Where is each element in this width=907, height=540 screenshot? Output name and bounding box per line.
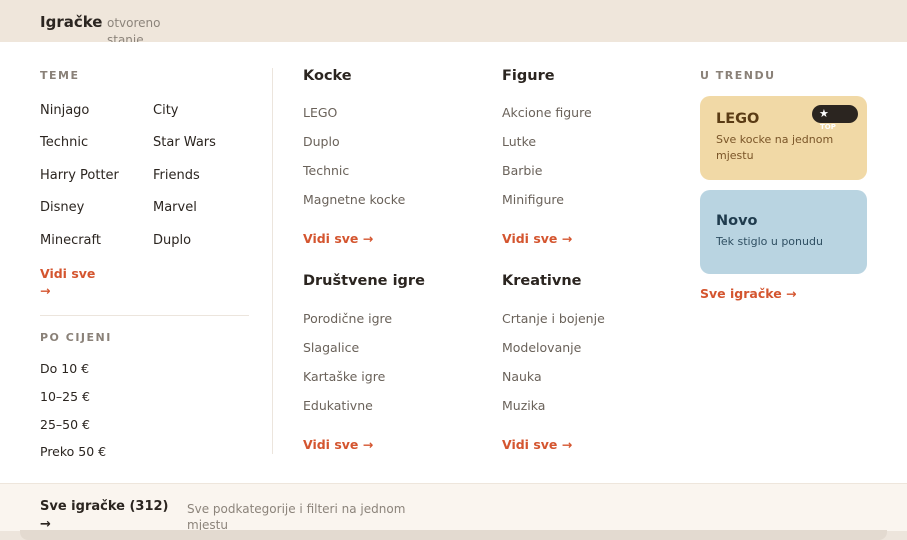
theme-link-harry-potter[interactable]: Harry Potter [40,168,119,183]
theme-link-disney[interactable]: Disney [40,200,84,215]
themes-see-all-label: Vidi sve [40,266,96,281]
trending-card-lego[interactable]: LEGO Sve kocke na jednom mjestu ★ TOP [700,96,867,180]
price-link-10-25[interactable]: 10–25 € [40,389,90,404]
footer-note: Sve podkategorije i filteri na jednom mj… [187,502,406,532]
category-link[interactable]: Muzika [502,398,545,413]
category-see-all-link[interactable]: Vidi sve → [502,437,572,452]
top-bar: Igračke otvoreno stanje [0,0,907,47]
category-title-kocke[interactable]: Kocke [303,68,352,84]
category-link[interactable]: Porodične igre [303,311,392,326]
theme-link-city[interactable]: City [153,103,178,118]
trending-title: U TRENDU [700,69,776,82]
footer-all-toys-link[interactable]: Sve igračke (312) → [40,498,170,534]
themes-see-all-link[interactable]: Vidi sve → [40,265,95,299]
top-badge: ★ TOP [812,105,858,131]
theme-link-duplo[interactable]: Duplo [153,233,191,248]
category-link[interactable]: Akcione figure [502,105,592,120]
theme-link-minecraft[interactable]: Minecraft [40,233,101,248]
menu-footer: Sve igračke (312) → Sve podkategorije i … [0,483,907,534]
star-icon: ★ [819,107,829,120]
page-edge [20,530,887,540]
card-title: LEGO [716,111,760,127]
card-subtitle: Sve kocke na jednom mjestu [716,133,834,162]
card-title: Novo [716,213,758,229]
category-link[interactable]: Technic [303,163,349,178]
price-link-under-10[interactable]: Do 10 € [40,361,89,376]
category-link[interactable]: Nauka [502,369,542,384]
category-see-all-link[interactable]: Vidi sve → [303,437,373,452]
category-link[interactable]: Kartaške igre [303,369,385,384]
mega-menu-panel: TEME Ninjago City Technic Star Wars Harr… [0,42,907,483]
theme-link-friends[interactable]: Friends [153,168,200,183]
category-title-figure[interactable]: Figure [502,68,555,84]
theme-link-marvel[interactable]: Marvel [153,200,197,215]
category-title-kreativne[interactable]: Kreativne [502,273,582,289]
category-title-drustvene-igre[interactable]: Društvene igre [303,273,425,289]
theme-link-ninjago[interactable]: Ninjago [40,103,89,118]
theme-link-star-wars[interactable]: Star Wars [153,135,216,150]
category-link[interactable]: Barbie [502,163,542,178]
category-link[interactable]: Minifigure [502,192,564,207]
price-link-over-50[interactable]: Preko 50 € [40,444,106,459]
category-link[interactable]: LEGO [303,105,337,120]
section-divider [40,315,249,316]
category-link[interactable]: Modelovanje [502,340,581,355]
category-link[interactable]: Lutke [502,134,536,149]
arrow-right-icon: → [40,283,51,298]
price-title: PO CIJENI [40,331,112,344]
category-link[interactable]: Slagalice [303,340,359,355]
theme-link-technic[interactable]: Technic [40,135,88,150]
category-link[interactable]: Duplo [303,134,340,149]
themes-title: TEME [40,69,80,82]
all-toys-link[interactable]: Sve igračke → [700,286,797,301]
category-link[interactable]: Magnetne kocke [303,192,405,207]
column-divider [272,68,273,454]
category-see-all-link[interactable]: Vidi sve → [502,231,572,246]
menu-title[interactable]: Igračke [40,13,102,31]
price-link-25-50[interactable]: 25–50 € [40,417,90,432]
footer-all-label: Sve igračke (312) [40,499,169,514]
category-link[interactable]: Crtanje i bojenje [502,311,605,326]
category-see-all-link[interactable]: Vidi sve → [303,231,373,246]
badge-label: TOP [820,123,836,131]
trending-card-novo[interactable]: Novo Tek stiglo u ponudu [700,190,867,274]
category-link[interactable]: Edukativne [303,398,373,413]
card-subtitle: Tek stiglo u ponudu [716,235,823,248]
